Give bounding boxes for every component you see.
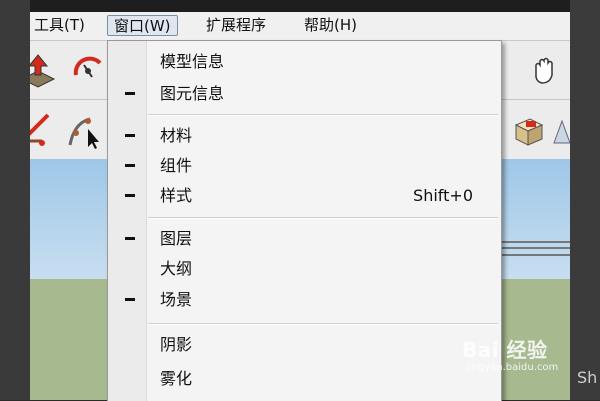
hand-icon[interactable] [526,51,566,91]
menu-item-label: 图元信息 [160,84,225,103]
menu-item-shortcut: Shift+0 [413,186,473,205]
menu-help[interactable]: 帮助(H) [298,15,363,36]
menu-separator [148,217,498,219]
menu-item-materials[interactable]: 材料 [108,123,501,149]
check-mark-icon [125,237,135,240]
menu-item-label: 大纲 [160,259,193,278]
check-mark-icon [125,164,135,167]
menu-item-label: 材料 [160,126,193,145]
menu-item-label: 场景 [160,290,193,309]
menu-separator [148,323,498,325]
menu-extensions[interactable]: 扩展程序 [200,15,272,36]
menu-item-layers[interactable]: 图层 [108,226,501,252]
menu-item-label: 模型信息 [160,52,225,71]
menu-item-shadows[interactable]: 阴影 [108,332,501,358]
window-menu-dropdown: 模型信息 图元信息 材料 组件 样式 Shift+0 图层 大纲 场景 阴影 雾… [107,40,502,401]
menu-item-components[interactable]: 组件 [108,153,501,179]
select-arc-icon[interactable] [64,111,104,151]
menu-tools[interactable]: 工具(T) [28,15,91,36]
menu-item-label: 阴影 [160,335,193,354]
menu-item-label: 组件 [160,156,193,175]
window-top-strip [0,0,600,12]
rotate-icon[interactable] [70,51,110,91]
right-window-edge: Sh [570,0,600,400]
menu-window[interactable]: 窗口(W) [107,15,178,36]
component-icon[interactable] [508,111,548,151]
left-window-edge [0,0,30,400]
section-icon[interactable] [552,115,571,155]
right-edge-text: Sh [577,368,598,387]
check-mark-icon [125,134,135,137]
menu-item-outliner[interactable]: 大纲 [108,256,501,282]
menu-separator [148,114,498,116]
watermark: Bai 经验 jingyan.baidu.com [462,334,572,384]
menu-bar: 工具(T) 窗口(W) 扩展程序 帮助(H) [0,12,570,41]
menu-item-model-info[interactable]: 模型信息 [108,49,501,75]
menu-item-label: 样式 [160,186,193,205]
watermark-sub-text: jingyan.baidu.com [466,362,559,373]
check-mark-icon [125,92,135,95]
menu-item-scenes[interactable]: 场景 [108,287,501,313]
menu-item-entity-info[interactable]: 图元信息 [108,81,501,107]
menu-item-label: 雾化 [160,369,193,388]
check-mark-icon [125,298,135,301]
menu-item-fog[interactable]: 雾化 [108,366,501,392]
menu-item-styles[interactable]: 样式 Shift+0 [108,183,501,209]
watermark-main-text: Bai 经验 [462,338,548,362]
menu-item-label: 图层 [160,229,193,248]
check-mark-icon [125,194,135,197]
